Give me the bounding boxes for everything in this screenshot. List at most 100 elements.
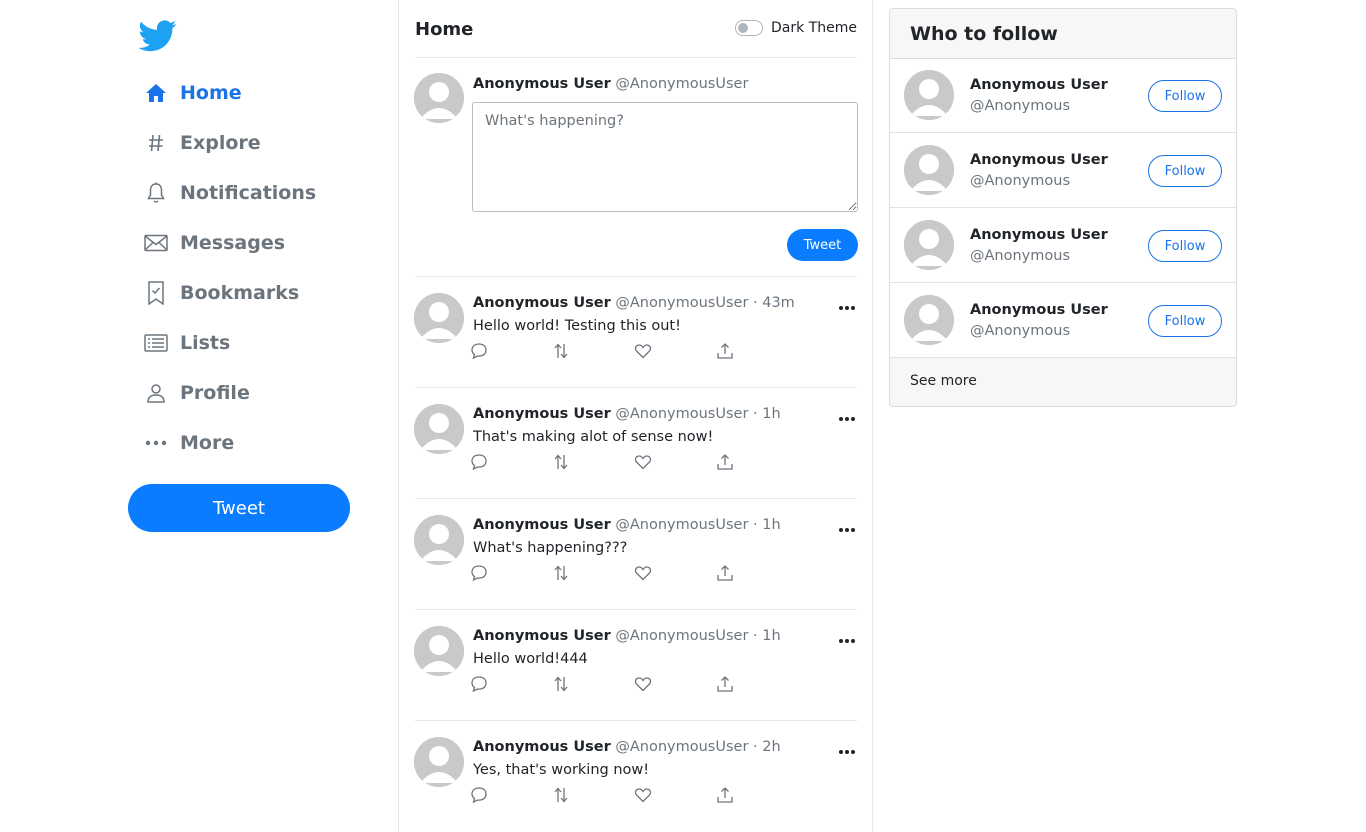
avatar[interactable] xyxy=(904,70,954,120)
follow-suggestion-row[interactable]: Anonymous User @Anonymous Follow xyxy=(890,208,1236,283)
home-icon xyxy=(144,82,168,104)
page-title: Home xyxy=(415,19,474,40)
author-name[interactable]: Anonymous User xyxy=(473,739,611,755)
tweet-item[interactable]: Anonymous User @AnonymousUser · 1h That's… xyxy=(399,388,872,499)
follow-suggestion-row[interactable]: Anonymous User @Anonymous Follow xyxy=(890,58,1236,133)
avatar[interactable] xyxy=(904,145,954,195)
avatar[interactable] xyxy=(414,293,464,343)
divider xyxy=(415,57,857,58)
suggested-user-handle: @Anonymous xyxy=(970,323,1070,339)
follow-suggestion-row[interactable]: Anonymous User @Anonymous Follow xyxy=(890,283,1236,358)
sidebar-item-bookmarks[interactable]: Bookmarks xyxy=(128,273,358,313)
more-options-icon[interactable] xyxy=(837,632,857,644)
share-icon[interactable] xyxy=(715,674,735,694)
share-icon[interactable] xyxy=(715,452,735,472)
tweet-time: · 1h xyxy=(748,406,781,422)
sidebar-item-explore[interactable]: Explore xyxy=(128,123,358,163)
suggested-user-name[interactable]: Anonymous User xyxy=(970,302,1108,318)
retweet-icon[interactable] xyxy=(551,785,571,805)
home-feed: Home Dark Theme Anonymous User @Anonymou… xyxy=(398,0,873,832)
follow-button[interactable]: Follow xyxy=(1148,155,1222,187)
retweet-icon[interactable] xyxy=(551,563,571,583)
tweet-text: Hello world!444 xyxy=(473,651,588,667)
reply-icon[interactable] xyxy=(469,563,489,583)
tweet-actions xyxy=(469,341,749,361)
avatar[interactable] xyxy=(414,737,464,787)
twitter-bird-icon[interactable] xyxy=(138,20,177,56)
avatar[interactable] xyxy=(904,295,954,345)
tweet-submit-button[interactable]: Tweet xyxy=(787,229,858,261)
reply-icon[interactable] xyxy=(469,785,489,805)
sidebar-item-label: Bookmarks xyxy=(180,282,300,304)
avatar xyxy=(414,73,464,123)
sidebar-item-notifications[interactable]: Notifications xyxy=(128,173,358,213)
tweet-actions xyxy=(469,452,749,472)
author-name[interactable]: Anonymous User xyxy=(473,517,611,533)
suggested-user-name[interactable]: Anonymous User xyxy=(970,77,1108,93)
follow-suggestion-row[interactable]: Anonymous User @Anonymous Follow xyxy=(890,133,1236,208)
toggle-switch[interactable] xyxy=(735,20,764,36)
share-icon[interactable] xyxy=(715,341,735,361)
who-to-follow-card: Who to follow Anonymous User @Anonymous Fo… xyxy=(889,8,1237,407)
envelope-icon xyxy=(144,232,168,254)
composer-author: Anonymous User @AnonymousUser xyxy=(473,76,748,92)
tweet-meta: Anonymous User @AnonymousUser · 43m xyxy=(473,295,795,311)
dark-theme-label: Dark Theme xyxy=(771,20,857,36)
more-options-icon[interactable] xyxy=(837,299,857,311)
avatar[interactable] xyxy=(414,626,464,676)
suggested-user-name[interactable]: Anonymous User xyxy=(970,227,1108,243)
reply-icon[interactable] xyxy=(469,452,489,472)
tweet-item[interactable]: Anonymous User @AnonymousUser · 1h What's… xyxy=(399,499,872,610)
tweet-time: · 2h xyxy=(748,739,781,755)
more-options-icon[interactable] xyxy=(837,521,857,533)
author-handle: @AnonymousUser xyxy=(615,628,749,644)
sidebar-item-profile[interactable]: Profile xyxy=(128,373,358,413)
sidebar-item-lists[interactable]: Lists xyxy=(128,323,358,363)
suggested-user-handle: @Anonymous xyxy=(970,173,1070,189)
tweet-text: Yes, that's working now! xyxy=(473,762,650,778)
like-icon[interactable] xyxy=(633,563,653,583)
suggested-user-name[interactable]: Anonymous User xyxy=(970,152,1108,168)
author-name[interactable]: Anonymous User xyxy=(473,406,611,422)
who-to-follow-header: Who to follow xyxy=(890,9,1236,59)
tweet-compose-input[interactable] xyxy=(472,102,858,212)
feed-header: Home Dark Theme xyxy=(399,0,872,58)
more-options-icon[interactable] xyxy=(837,743,857,755)
avatar[interactable] xyxy=(414,404,464,454)
tweet-meta: Anonymous User @AnonymousUser · 1h xyxy=(473,517,781,533)
share-icon[interactable] xyxy=(715,785,735,805)
reply-icon[interactable] xyxy=(469,341,489,361)
like-icon[interactable] xyxy=(633,341,653,361)
tweet-item[interactable]: Anonymous User @AnonymousUser · 43m Hello… xyxy=(399,277,872,388)
retweet-icon[interactable] xyxy=(551,452,571,472)
tweet-actions xyxy=(469,674,749,694)
avatar[interactable] xyxy=(904,220,954,270)
sidebar-item-more[interactable]: More xyxy=(128,423,358,463)
avatar[interactable] xyxy=(414,515,464,565)
follow-button[interactable]: Follow xyxy=(1148,80,1222,112)
tweet-time: · 43m xyxy=(748,295,795,311)
author-name[interactable]: Anonymous User xyxy=(473,295,611,311)
sidebar-item-home[interactable]: Home xyxy=(128,73,358,113)
sidebar-item-label: Notifications xyxy=(180,182,317,204)
see-more-link[interactable]: See more xyxy=(910,373,977,389)
more-options-icon[interactable] xyxy=(837,410,857,422)
dark-theme-toggle[interactable]: Dark Theme xyxy=(735,20,857,36)
tweet-item[interactable]: Anonymous User @AnonymousUser · 2h Yes, t… xyxy=(399,721,872,832)
sidebar-tweet-button[interactable]: Tweet xyxy=(128,484,350,532)
retweet-icon[interactable] xyxy=(551,341,571,361)
follow-button[interactable]: Follow xyxy=(1148,305,1222,337)
sidebar-item-label: More xyxy=(180,432,235,454)
like-icon[interactable] xyxy=(633,785,653,805)
like-icon[interactable] xyxy=(633,674,653,694)
reply-icon[interactable] xyxy=(469,674,489,694)
sidebar-item-messages[interactable]: Messages xyxy=(128,223,358,263)
author-handle: @AnonymousUser xyxy=(615,76,749,92)
share-icon[interactable] xyxy=(715,563,735,583)
like-icon[interactable] xyxy=(633,452,653,472)
retweet-icon[interactable] xyxy=(551,674,571,694)
tweet-item[interactable]: Anonymous User @AnonymousUser · 1h Hello … xyxy=(399,610,872,721)
author-name[interactable]: Anonymous User xyxy=(473,628,611,644)
follow-button[interactable]: Follow xyxy=(1148,230,1222,262)
sidebar-item-label: Home xyxy=(180,82,242,104)
